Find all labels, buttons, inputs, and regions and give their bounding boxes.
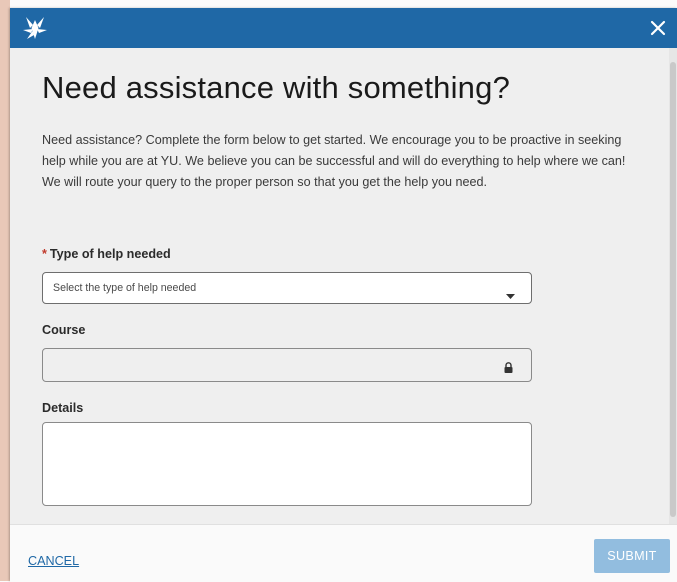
course-label: Course xyxy=(42,323,86,337)
intro-text: Need assistance? Complete the form below… xyxy=(42,133,626,189)
dialog-header xyxy=(10,8,677,48)
page-title: Need assistance with something? xyxy=(42,70,511,105)
scrollbar-thumb[interactable] xyxy=(670,62,676,517)
submit-button[interactable]: SUBMIT xyxy=(594,539,670,573)
cancel-button[interactable]: CANCEL xyxy=(28,554,79,568)
course-field xyxy=(42,348,532,382)
page-backdrop xyxy=(0,0,10,581)
details-field[interactable] xyxy=(42,422,532,506)
help-type-label: * Type of help needed xyxy=(42,247,171,261)
star-burst-icon xyxy=(20,14,50,42)
help-type-select[interactable]: Select the type of help needed xyxy=(42,272,532,304)
help-type-placeholder: Select the type of help needed xyxy=(53,282,197,294)
chevron-down-icon xyxy=(506,286,515,304)
details-label: Details xyxy=(42,401,84,415)
dialog-footer: CANCEL SUBMIT xyxy=(10,524,677,582)
required-marker: * xyxy=(42,247,47,261)
lock-icon xyxy=(504,360,513,378)
close-icon[interactable] xyxy=(645,15,671,41)
help-type-label-text: Type of help needed xyxy=(49,247,171,261)
help-request-dialog: Need assistance with something? Need ass… xyxy=(10,8,677,582)
